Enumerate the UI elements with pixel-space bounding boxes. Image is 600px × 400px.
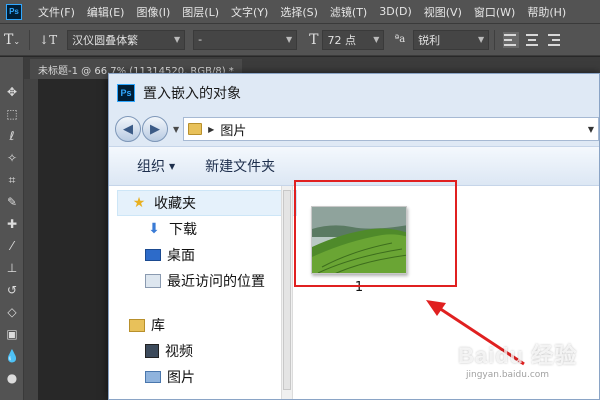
recent-places-icon — [145, 274, 161, 288]
stamp-tool-icon[interactable]: ⊥ — [0, 257, 24, 279]
anti-alias-icon: ªa — [394, 34, 406, 45]
align-right-icon[interactable] — [547, 32, 563, 48]
sidebar-item-favorites[interactable]: ★ 收藏夹 — [117, 190, 297, 216]
back-arrow-icon[interactable]: ◀ — [115, 116, 141, 142]
annotation-highlight-box — [294, 180, 457, 287]
watermark-logo-text: Baidu 经验 — [458, 343, 578, 368]
history-brush-tool-icon[interactable]: ↺ — [0, 279, 24, 301]
align-center-icon[interactable] — [525, 32, 541, 48]
new-folder-button[interactable]: 新建文件夹 — [205, 156, 275, 176]
sidebar-item-downloads[interactable]: ⬇ 下载 — [117, 216, 297, 242]
brush-tool-icon[interactable]: ⁄ — [0, 235, 24, 257]
sidebar-item-libraries[interactable]: 库 — [117, 312, 297, 338]
magic-wand-tool-icon[interactable]: ✧ — [0, 147, 24, 169]
sidebar-item-label: 视频 — [165, 344, 193, 360]
sidebar-item-recent-places[interactable]: 最近访问的位置 — [117, 268, 297, 294]
sidebar-item-desktop[interactable]: 桌面 — [117, 242, 297, 268]
toggle-orientation-icon[interactable]: ↓T — [39, 33, 57, 47]
gradient-tool-icon[interactable]: ▣ — [0, 323, 24, 345]
sidebar-item-pictures[interactable]: 图片 — [117, 364, 297, 390]
healing-brush-tool-icon[interactable]: ✚ — [0, 213, 24, 235]
nav-pane-scrollbar[interactable] — [281, 186, 293, 399]
organize-button[interactable]: 组织 ▼ — [137, 156, 175, 176]
tools-panel: ✥ ⬚ ℓ ✧ ⌗ ✎ ✚ ⁄ ⊥ ↺ ◇ ▣ 💧 ● — [0, 57, 24, 400]
sidebar-item-label: 图片 — [167, 370, 195, 386]
eraser-tool-icon[interactable]: ◇ — [0, 301, 24, 323]
font-style-select[interactable]: - ▼ — [193, 29, 298, 50]
navigation-pane: ★ 收藏夹 ⬇ 下载 桌面 最近访问的位置 库 视频 图片 — [117, 190, 297, 399]
marquee-tool-icon[interactable]: ⬚ — [0, 103, 24, 125]
crop-tool-icon[interactable]: ⌗ — [0, 169, 24, 191]
move-tool-icon[interactable]: ✥ — [0, 81, 24, 103]
menu-select[interactable]: 选择(S) — [274, 4, 324, 20]
menu-window[interactable]: 窗口(W) — [468, 4, 521, 20]
options-bar: T⌄ ↓T 汉仪圆叠体繁 ▼ - ▼ T 72 点 ▼ ªa 锐利 ▼ — [0, 24, 600, 56]
font-style-value: - — [198, 33, 203, 46]
pictures-icon — [145, 371, 161, 383]
sidebar-item-label: 桌面 — [167, 248, 195, 264]
sidebar-item-label: 库 — [151, 318, 165, 334]
lasso-tool-icon[interactable]: ℓ — [0, 125, 24, 147]
menu-image[interactable]: 图像(I) — [130, 4, 176, 20]
breadcrumb-arrow-icon[interactable]: ▶ — [208, 125, 214, 134]
scrollbar-thumb[interactable] — [283, 190, 291, 390]
dialog-titlebar: Ps 置入嵌入的对象 — [109, 74, 599, 112]
type-tool-icon[interactable]: T⌄ — [4, 32, 20, 48]
address-path[interactable]: 图片 — [220, 120, 246, 139]
folder-icon — [188, 123, 203, 135]
chevron-down-icon[interactable]: ▼ — [588, 125, 594, 134]
chevron-down-icon: ▼ — [373, 35, 380, 44]
video-icon — [145, 344, 159, 358]
anti-alias-select[interactable]: 锐利 ▼ — [413, 29, 490, 50]
anti-alias-value: 锐利 — [418, 33, 441, 47]
menu-layer[interactable]: 图层(L) — [176, 4, 225, 20]
divider — [494, 29, 496, 50]
forward-arrow-icon[interactable]: ▶ — [142, 116, 168, 142]
sidebar-item-videos[interactable]: 视频 — [117, 338, 297, 364]
watermark-url: jingyan.baidu.com — [466, 370, 550, 380]
font-size-select[interactable]: 72 点 ▼ — [322, 29, 385, 50]
baidu-watermark: Baidu 经验 jingyan.baidu.com — [458, 338, 598, 398]
desktop-icon — [145, 249, 161, 261]
font-family-select[interactable]: 汉仪圆叠体繁 ▼ — [67, 29, 186, 50]
font-size-icon: T — [309, 31, 319, 48]
menu-type[interactable]: 文字(Y) — [225, 4, 274, 20]
chevron-down-icon: ▼ — [285, 35, 293, 44]
download-folder-icon: ⬇ — [148, 221, 160, 237]
dialog-nav-bar: ◀ ▶ ▼ ▶ 图片 ▼ — [115, 112, 600, 146]
photoshop-logo-icon: Ps — [6, 3, 22, 20]
address-bar[interactable]: ▶ 图片 ▼ — [183, 117, 599, 141]
menu-bar: Ps 文件(F) 编辑(E) 图像(I) 图层(L) 文字(Y) 选择(S) 滤… — [0, 0, 600, 24]
library-icon — [129, 318, 145, 332]
star-icon: ★ — [132, 195, 146, 211]
align-left-icon[interactable] — [503, 31, 520, 48]
chevron-down-icon: ▼ — [169, 161, 176, 171]
font-family-value: 汉仪圆叠体繁 — [72, 33, 139, 47]
sidebar-item-label: 收藏夹 — [154, 196, 196, 212]
blur-tool-icon[interactable]: 💧 — [0, 345, 24, 367]
sidebar-item-label: 最近访问的位置 — [167, 274, 265, 290]
recent-locations-chevron-icon[interactable]: ▼ — [173, 125, 179, 134]
chevron-down-icon: ▼ — [478, 35, 485, 44]
menu-help[interactable]: 帮助(H) — [521, 4, 572, 20]
menu-file[interactable]: 文件(F) — [32, 4, 81, 20]
chevron-down-icon: ▼ — [173, 35, 181, 44]
divider — [29, 29, 31, 50]
dialog-title: 置入嵌入的对象 — [143, 86, 241, 102]
menu-filter[interactable]: 滤镜(T) — [324, 4, 373, 20]
sidebar-item-label: 下载 — [169, 222, 197, 238]
organize-label: 组织 — [137, 159, 165, 175]
menu-edit[interactable]: 编辑(E) — [81, 4, 131, 20]
font-size-value: 72 点 — [327, 33, 356, 47]
menu-view[interactable]: 视图(V) — [418, 4, 468, 20]
photoshop-logo-icon: Ps — [117, 84, 135, 102]
vertical-ruler — [24, 79, 38, 400]
menu-3d[interactable]: 3D(D) — [373, 5, 418, 18]
eyedropper-tool-icon[interactable]: ✎ — [0, 191, 24, 213]
dodge-tool-icon[interactable]: ● — [0, 367, 24, 389]
